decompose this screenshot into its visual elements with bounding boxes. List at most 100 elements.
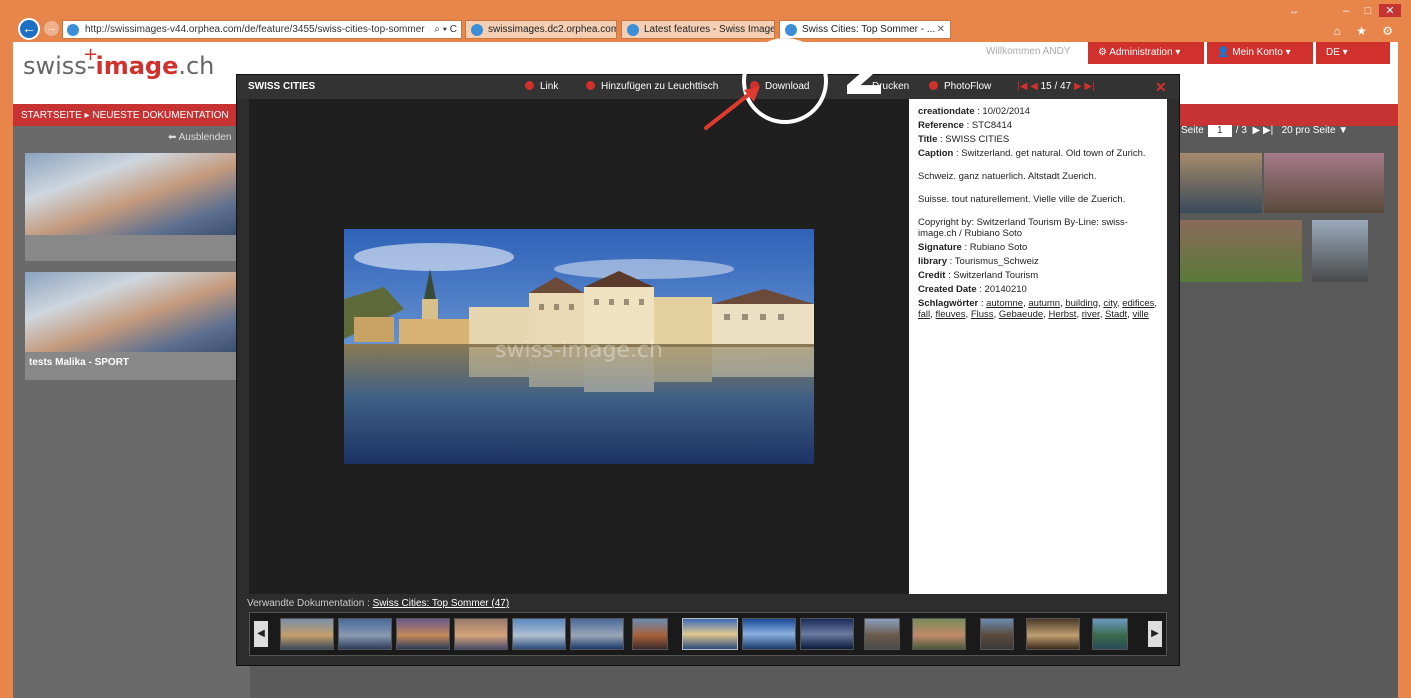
filmstrip-thumb[interactable]: [454, 618, 508, 650]
address-bar[interactable]: http://swissimages-v44.orphea.com/de/fea…: [62, 20, 462, 39]
filmstrip-thumb[interactable]: [1092, 618, 1128, 650]
keyword-link[interactable]: city: [1103, 298, 1117, 309]
pager-total: / 3: [1235, 125, 1247, 136]
link-button[interactable]: Link: [525, 81, 558, 92]
info-label: Schlagwörter: [918, 298, 979, 309]
close-lightbox-icon[interactable]: ✕: [1155, 79, 1167, 96]
zurich-old-town-photo[interactable]: swiss-image.ch: [344, 229, 814, 464]
filmstrip-thumb[interactable]: [570, 618, 624, 650]
filmstrip-thumb[interactable]: [632, 618, 668, 650]
info-value: STC8414: [971, 120, 1013, 131]
site-logo[interactable]: + swiss-image.ch: [23, 44, 214, 80]
forward-arrow-icon[interactable]: →: [43, 20, 60, 37]
pointer-arrow-icon: [704, 86, 760, 130]
info-label: Credit: [918, 270, 946, 281]
filmstrip-thumb[interactable]: [980, 618, 1014, 650]
strip-right-arrow-icon[interactable]: ▶: [1148, 621, 1162, 647]
language-menu[interactable]: DE ▾: [1316, 42, 1390, 64]
info-value: Switzerland Tourism: [953, 270, 1039, 281]
keyword-link[interactable]: Gebaeude: [999, 309, 1043, 320]
filmstrip-thumb[interactable]: [338, 618, 392, 650]
info-caption-fr: Suisse. tout naturellement. Vielle ville…: [918, 194, 1126, 205]
last-image-icon[interactable]: ▶|: [1084, 81, 1094, 92]
back-arrow-icon[interactable]: ←: [18, 18, 40, 40]
photoflow-button[interactable]: PhotoFlow: [929, 81, 991, 92]
filmstrip-thumb[interactable]: [1026, 618, 1080, 650]
sidebar-card[interactable]: [25, 153, 238, 261]
minimize-icon[interactable]: –: [1335, 5, 1357, 17]
result-thumb[interactable]: [1180, 220, 1302, 282]
tab-swissimages[interactable]: swissimages.dc2.orphea.com: [465, 20, 617, 39]
close-tab-icon[interactable]: ✕: [937, 21, 945, 38]
first-image-icon[interactable]: |◀: [1017, 81, 1027, 92]
add-lighttable-button[interactable]: Hinzufügen zu Leuchttisch: [586, 81, 718, 92]
related-link[interactable]: Swiss Cities: Top Sommer (47): [373, 598, 510, 609]
address-controls[interactable]: ⌕ ▾ C: [434, 21, 457, 38]
info-copyright: Copyright by: Switzerland Tourism By-Lin…: [918, 217, 1128, 239]
breadcrumb-home[interactable]: STARTSEITE: [21, 110, 82, 121]
keyword-link[interactable]: building: [1065, 298, 1098, 309]
keyword-link[interactable]: ville: [1132, 309, 1148, 320]
prev-image-icon[interactable]: ◀: [1030, 81, 1038, 92]
tab-label: Latest features - Swiss Image: [644, 24, 775, 35]
tab-latest-features[interactable]: Latest features - Swiss Image: [621, 20, 775, 39]
filmstrip-thumb[interactable]: [912, 618, 966, 650]
home-star-gear-icons[interactable]: ⌂ ★ ⚙: [1334, 24, 1399, 38]
administration-menu[interactable]: ⚙ Administration ▾: [1088, 42, 1204, 64]
info-label: library: [918, 256, 948, 267]
address-text: http://swissimages-v44.orphea.com/de/fea…: [85, 24, 425, 35]
image-navigation: |◀ ◀ 15 / 47 ▶ ▶|: [1017, 81, 1095, 92]
next-page-icon[interactable]: ▶: [1250, 125, 1263, 136]
info-caption-de: Schweiz. ganz natuerlich. Altstadt Zueri…: [918, 171, 1097, 182]
info-label: Title: [918, 134, 938, 145]
result-thumb[interactable]: [1264, 153, 1384, 213]
keyword-link[interactable]: Herbst: [1048, 309, 1076, 320]
strip-left-arrow-icon[interactable]: ◀: [254, 621, 268, 647]
filmstrip-thumb[interactable]: [280, 618, 334, 650]
info-caption: Caption : Switzerland. get natural. Old …: [918, 148, 1146, 159]
tab-label: Swiss Cities: Top Sommer - ...: [802, 24, 936, 35]
keyword-link[interactable]: fleuves: [935, 309, 965, 320]
next-image-icon[interactable]: ▶: [1074, 81, 1082, 92]
photoflow-label: PhotoFlow: [944, 81, 992, 92]
filmstrip-thumb[interactable]: [742, 618, 796, 650]
breadcrumb-current[interactable]: NEUESTE DOKUMENTATION: [92, 110, 228, 121]
info-value: Rubiano Soto: [969, 242, 1028, 253]
runner-photo: [25, 272, 238, 352]
filmstrip-thumb[interactable]: [800, 618, 854, 650]
filmstrip-thumb-current[interactable]: [682, 618, 738, 650]
image-info-panel: creationdate : 10/02/2014 Reference : ST…: [909, 99, 1167, 594]
resize-icon[interactable]: ↔: [1289, 6, 1299, 17]
filmstrip-thumb[interactable]: [864, 618, 900, 650]
info-keywords: Schlagwörter : automne, autumn, building…: [918, 298, 1158, 320]
keyword-link[interactable]: fall: [918, 309, 930, 320]
maximize-icon[interactable]: □: [1357, 5, 1379, 17]
filmstrip-thumb[interactable]: [396, 618, 450, 650]
account-menu[interactable]: 👤 Mein Konto ▾: [1207, 42, 1313, 64]
info-title: Title : SWISS CITIES: [918, 134, 1010, 145]
close-window-icon[interactable]: ✕: [1379, 4, 1401, 17]
lightbox-title: SWISS CITIES: [248, 81, 316, 92]
result-thumb[interactable]: [1180, 153, 1262, 213]
info-label: Signature: [918, 242, 962, 253]
lightbox: SWISS CITIES Link Hinzufügen zu Leuchtti…: [236, 74, 1180, 666]
sidebar-card[interactable]: tests Malika - SPORT: [25, 272, 238, 380]
last-page-icon[interactable]: ▶|: [1263, 125, 1279, 136]
related-documentation: Verwandte Dokumentation : Swiss Cities: …: [247, 598, 509, 609]
page-input[interactable]: 1: [1207, 125, 1232, 137]
logo-bold: image: [95, 52, 179, 80]
keyword-link[interactable]: Fluss: [971, 309, 994, 320]
result-thumb[interactable]: [1312, 220, 1368, 282]
info-label: creationdate: [918, 106, 975, 117]
keyword-link[interactable]: autumn: [1028, 298, 1060, 309]
filmstrip-thumb[interactable]: [512, 618, 566, 650]
info-library: library : Tourismus_Schweiz: [918, 256, 1039, 267]
hide-sidebar-button[interactable]: ⬅ Ausblenden: [168, 132, 231, 143]
info-created-date: Created Date : 20140210: [918, 284, 1027, 295]
keyword-link[interactable]: river: [1082, 309, 1100, 320]
window-controls: – □ ✕: [1335, 4, 1401, 17]
keyword-link[interactable]: edifices: [1122, 298, 1154, 309]
keyword-link[interactable]: Stadt: [1105, 309, 1127, 320]
per-page-select[interactable]: 20 pro Seite ▼: [1282, 125, 1349, 136]
keyword-link[interactable]: automne: [986, 298, 1023, 309]
